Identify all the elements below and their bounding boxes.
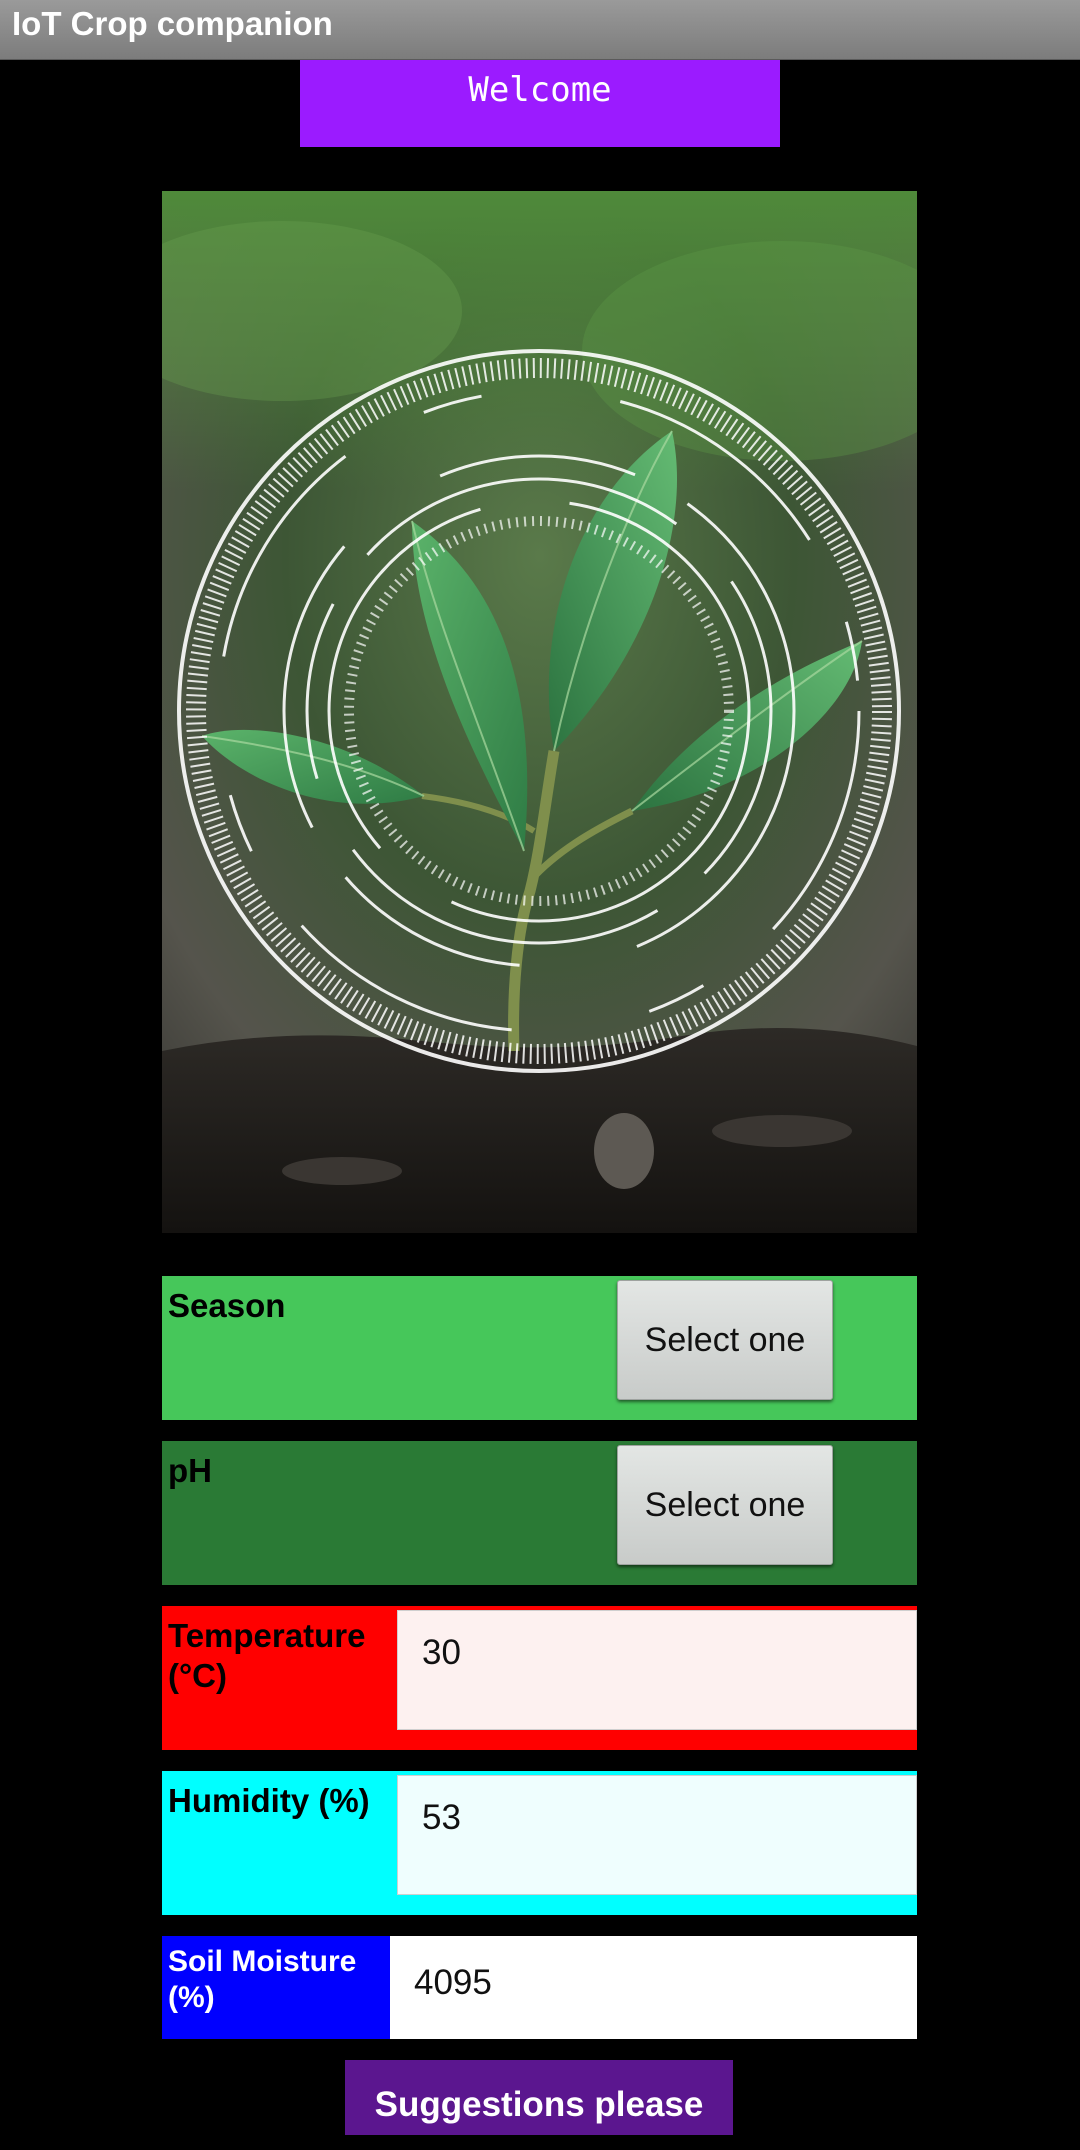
humidity-input[interactable]: 53: [397, 1775, 917, 1895]
temperature-input[interactable]: 30: [397, 1610, 917, 1730]
soil-moisture-label-line1: Soil Moisture: [168, 1945, 357, 1978]
app-title: IoT Crop companion: [12, 5, 333, 42]
soil-moisture-input[interactable]: 4095: [390, 1936, 917, 2039]
temperature-label: Temperature (°C): [168, 1616, 365, 1696]
humidity-label: Humidity (%): [168, 1782, 370, 1819]
temperature-row: Temperature (°C) 30: [162, 1606, 917, 1750]
temperature-label-line2: (°C): [168, 1657, 228, 1694]
ph-row: pH Select one: [162, 1441, 917, 1585]
soil-moisture-label: Soil Moisture (%): [168, 1944, 356, 2016]
humidity-row: Humidity (%) 53: [162, 1771, 917, 1915]
title-bar: IoT Crop companion: [0, 0, 1080, 60]
soil-moisture-label-line2: (%): [168, 1981, 215, 2014]
seedling-image: [162, 191, 917, 1233]
temperature-label-line1: Temperature: [168, 1617, 366, 1654]
welcome-button[interactable]: Welcome: [300, 60, 780, 147]
ph-label: pH: [168, 1452, 212, 1489]
season-row: Season Select one: [162, 1276, 917, 1420]
ph-select[interactable]: Select one: [617, 1445, 833, 1565]
season-select[interactable]: Select one: [617, 1280, 833, 1400]
hero-image: [162, 191, 917, 1233]
season-label: Season: [168, 1287, 286, 1324]
soil-moisture-row: Soil Moisture (%) 4095: [162, 1936, 917, 2039]
suggestions-button[interactable]: Suggestions please: [345, 2060, 733, 2135]
